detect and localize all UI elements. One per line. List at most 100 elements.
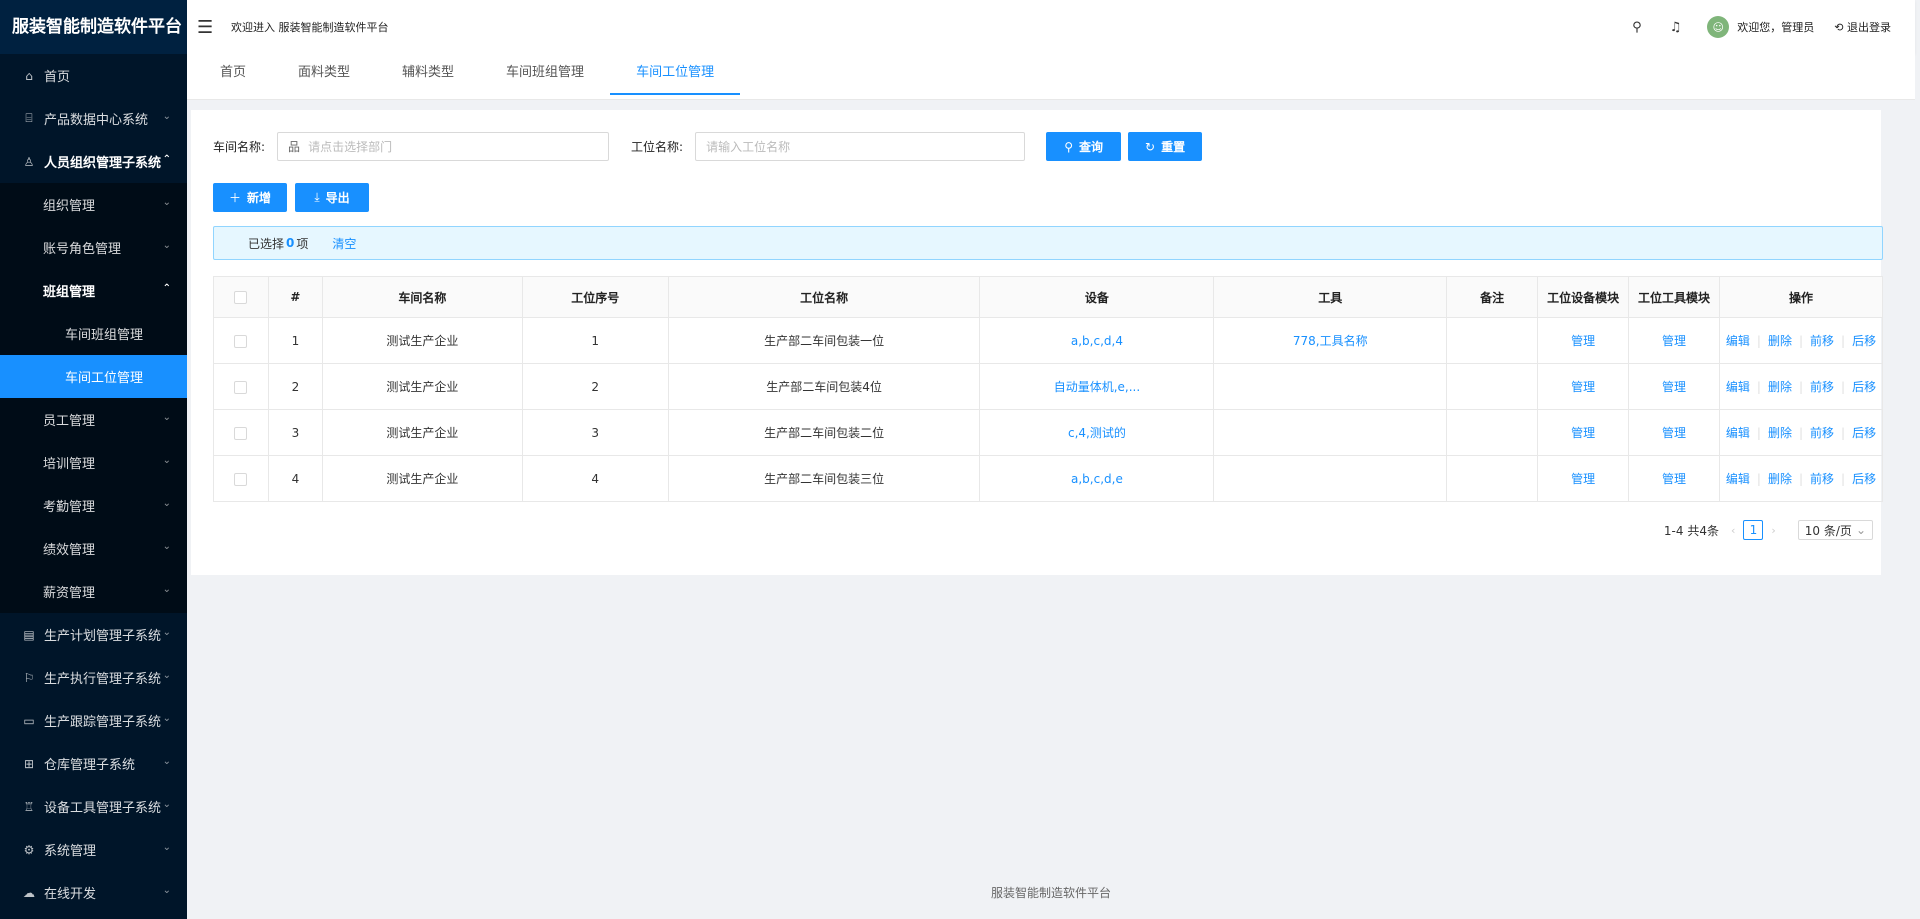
- sidebar-item-plan[interactable]: ▤ 生产计划管理子系统 ⌄: [0, 613, 187, 656]
- row-checkbox[interactable]: [234, 426, 248, 440]
- move-up-link[interactable]: 前移: [1810, 334, 1834, 348]
- sidebar-item-product-data[interactable]: ⌸ 产品数据中心系统 ⌄: [0, 97, 187, 140]
- menu-fold-icon[interactable]: ☰: [197, 17, 219, 38]
- tab-workshop-team[interactable]: 车间班组管理: [480, 53, 610, 99]
- delete-link[interactable]: 删除: [1768, 334, 1792, 348]
- sidebar-item-salary[interactable]: 薪资管理 ⌄: [0, 570, 187, 613]
- column-header: 工位设备模块: [1537, 276, 1630, 318]
- cell-device[interactable]: 自动量体机,e,...: [979, 363, 1215, 410]
- toolbar: ＋ 新增 ⤓ 导出: [213, 183, 369, 212]
- bell-icon[interactable]: ♫: [1670, 20, 1682, 35]
- cell-tool[interactable]: [1213, 409, 1448, 456]
- move-up-link[interactable]: 前移: [1810, 426, 1834, 440]
- cell-index: 1: [267, 317, 323, 364]
- column-header: 操作: [1719, 276, 1883, 318]
- page-1-button[interactable]: 1: [1743, 520, 1764, 540]
- column-header: 设备: [979, 276, 1215, 318]
- cell-station-name: 生产部二车间包装4位: [667, 363, 981, 410]
- sidebar-item-label: 薪资管理: [43, 586, 96, 601]
- row-checkbox[interactable]: [234, 334, 248, 348]
- cell-tool[interactable]: [1213, 363, 1448, 410]
- user-greeting[interactable]: 欢迎您，管理员: [1737, 19, 1814, 35]
- row-checkbox[interactable]: [234, 380, 248, 394]
- tab-fabric-type[interactable]: 面料类型: [272, 53, 376, 99]
- move-up-link[interactable]: 前移: [1810, 380, 1834, 394]
- sidebar-item-warehouse[interactable]: ⊞ 仓库管理子系统 ⌄: [0, 742, 187, 785]
- cell-device[interactable]: a,b,c,d,4: [979, 317, 1215, 364]
- sidebar-item-org[interactable]: 组织管理 ⌄: [0, 183, 187, 226]
- move-down-link[interactable]: 后移: [1852, 472, 1876, 486]
- tab-accessory-type[interactable]: 辅料类型: [376, 53, 480, 99]
- bank-icon: ⌸: [25, 111, 33, 125]
- sidebar-item-workshop-station[interactable]: 车间工位管理: [0, 355, 187, 398]
- tab-workshop-station[interactable]: 车间工位管理: [610, 53, 741, 99]
- device-module-link[interactable]: 管理: [1537, 317, 1630, 364]
- edit-link[interactable]: 编辑: [1726, 426, 1750, 440]
- device-module-link[interactable]: 管理: [1537, 409, 1630, 456]
- edit-link[interactable]: 编辑: [1726, 380, 1750, 394]
- device-module-link[interactable]: 管理: [1537, 363, 1630, 410]
- tool-module-link[interactable]: 管理: [1628, 363, 1721, 410]
- move-down-link[interactable]: 后移: [1852, 426, 1876, 440]
- cell-tool[interactable]: 778,工具名称: [1213, 317, 1448, 364]
- station-name-input[interactable]: 请输入工位名称: [695, 132, 1026, 161]
- logout-button[interactable]: ⟲ 退出登录: [1834, 19, 1891, 35]
- cell-device[interactable]: a,b,c,d,e: [979, 455, 1215, 502]
- select-all-checkbox[interactable]: [234, 291, 248, 304]
- sidebar-item-employee[interactable]: 员工管理 ⌄: [0, 398, 187, 441]
- tool-module-link[interactable]: 管理: [1628, 455, 1721, 502]
- chevron-down-icon: ⌄: [162, 799, 171, 810]
- tab-home[interactable]: 首页: [187, 53, 272, 99]
- move-down-link[interactable]: 后移: [1852, 334, 1876, 348]
- search-icon[interactable]: ⚲: [1632, 20, 1642, 35]
- cell-tool[interactable]: [1213, 455, 1448, 502]
- sidebar-item-execution[interactable]: ⚐ 生产执行管理子系统 ⌄: [0, 656, 187, 699]
- column-header: 工位工具模块: [1628, 276, 1721, 318]
- page-size-select[interactable]: 10 条/页 ⌄: [1797, 520, 1873, 540]
- flag-icon: ⚐: [23, 670, 35, 685]
- export-button[interactable]: ⤓ 导出: [295, 183, 369, 212]
- clear-selection-link[interactable]: 清空: [332, 235, 356, 252]
- chevron-down-icon: ⌄: [162, 670, 171, 681]
- delete-link[interactable]: 删除: [1768, 472, 1792, 486]
- sidebar-item-online-dev[interactable]: ☁ 在线开发 ⌄: [0, 871, 187, 914]
- avatar[interactable]: ☺: [1707, 16, 1730, 38]
- sidebar-item-team[interactable]: 班组管理 ⌃: [0, 269, 187, 312]
- sidebar-item-equipment[interactable]: ♖ 设备工具管理子系统 ⌄: [0, 785, 187, 828]
- move-up-link[interactable]: 前移: [1810, 472, 1834, 486]
- search-icon: ⚲: [1064, 139, 1073, 154]
- chevron-down-icon: ⌄: [1855, 523, 1866, 537]
- sidebar-item-attendance[interactable]: 考勤管理 ⌄: [0, 484, 187, 527]
- cell-remark: [1446, 409, 1539, 456]
- sidebar-item-training[interactable]: 培训管理 ⌄: [0, 441, 187, 484]
- move-down-link[interactable]: 后移: [1852, 380, 1876, 394]
- sidebar-item-tracking[interactable]: ▭ 生产跟踪管理子系统 ⌄: [0, 699, 187, 742]
- tool-module-link[interactable]: 管理: [1628, 409, 1721, 456]
- edit-link[interactable]: 编辑: [1726, 334, 1750, 348]
- column-header: 工位名称: [667, 276, 981, 318]
- cell-device[interactable]: c,4,测试的: [979, 409, 1215, 456]
- header-actions: ⚲ ♫ ☺ 欢迎您，管理员 ⟲ 退出登录: [1604, 0, 1891, 54]
- device-module-link[interactable]: 管理: [1537, 455, 1630, 502]
- sidebar-item-performance[interactable]: 绩效管理 ⌄: [0, 527, 187, 570]
- chevron-down-icon: ⌄: [162, 111, 171, 122]
- column-header: #: [267, 276, 323, 318]
- sidebar-item-personnel[interactable]: ♙ 人员组织管理子系统 ⌃: [0, 140, 187, 183]
- add-button[interactable]: ＋ 新增: [213, 183, 287, 212]
- delete-link[interactable]: 删除: [1768, 426, 1792, 440]
- sidebar-item-home[interactable]: ⌂ 首页: [0, 54, 187, 97]
- delete-link[interactable]: 删除: [1768, 380, 1792, 394]
- edit-link[interactable]: 编辑: [1726, 472, 1750, 486]
- tool-module-link[interactable]: 管理: [1628, 317, 1721, 364]
- row-checkbox[interactable]: [234, 472, 248, 486]
- workshop-select[interactable]: 品 请点击选择部门: [277, 132, 610, 161]
- sidebar-item-workshop-team[interactable]: 车间班组管理: [0, 312, 187, 355]
- next-page-icon[interactable]: ›: [1771, 524, 1775, 537]
- sidebar-item-account-role[interactable]: 账号角色管理 ⌄: [0, 226, 187, 269]
- prev-page-icon[interactable]: ‹: [1731, 524, 1735, 537]
- sidebar-item-system[interactable]: ⚙ 系统管理 ⌄: [0, 828, 187, 871]
- chevron-down-icon: ⌄: [162, 412, 171, 423]
- reload-icon: ↻: [1145, 139, 1156, 154]
- query-button[interactable]: ⚲ 查询: [1046, 132, 1122, 161]
- reset-button[interactable]: ↻ 重置: [1128, 132, 1203, 161]
